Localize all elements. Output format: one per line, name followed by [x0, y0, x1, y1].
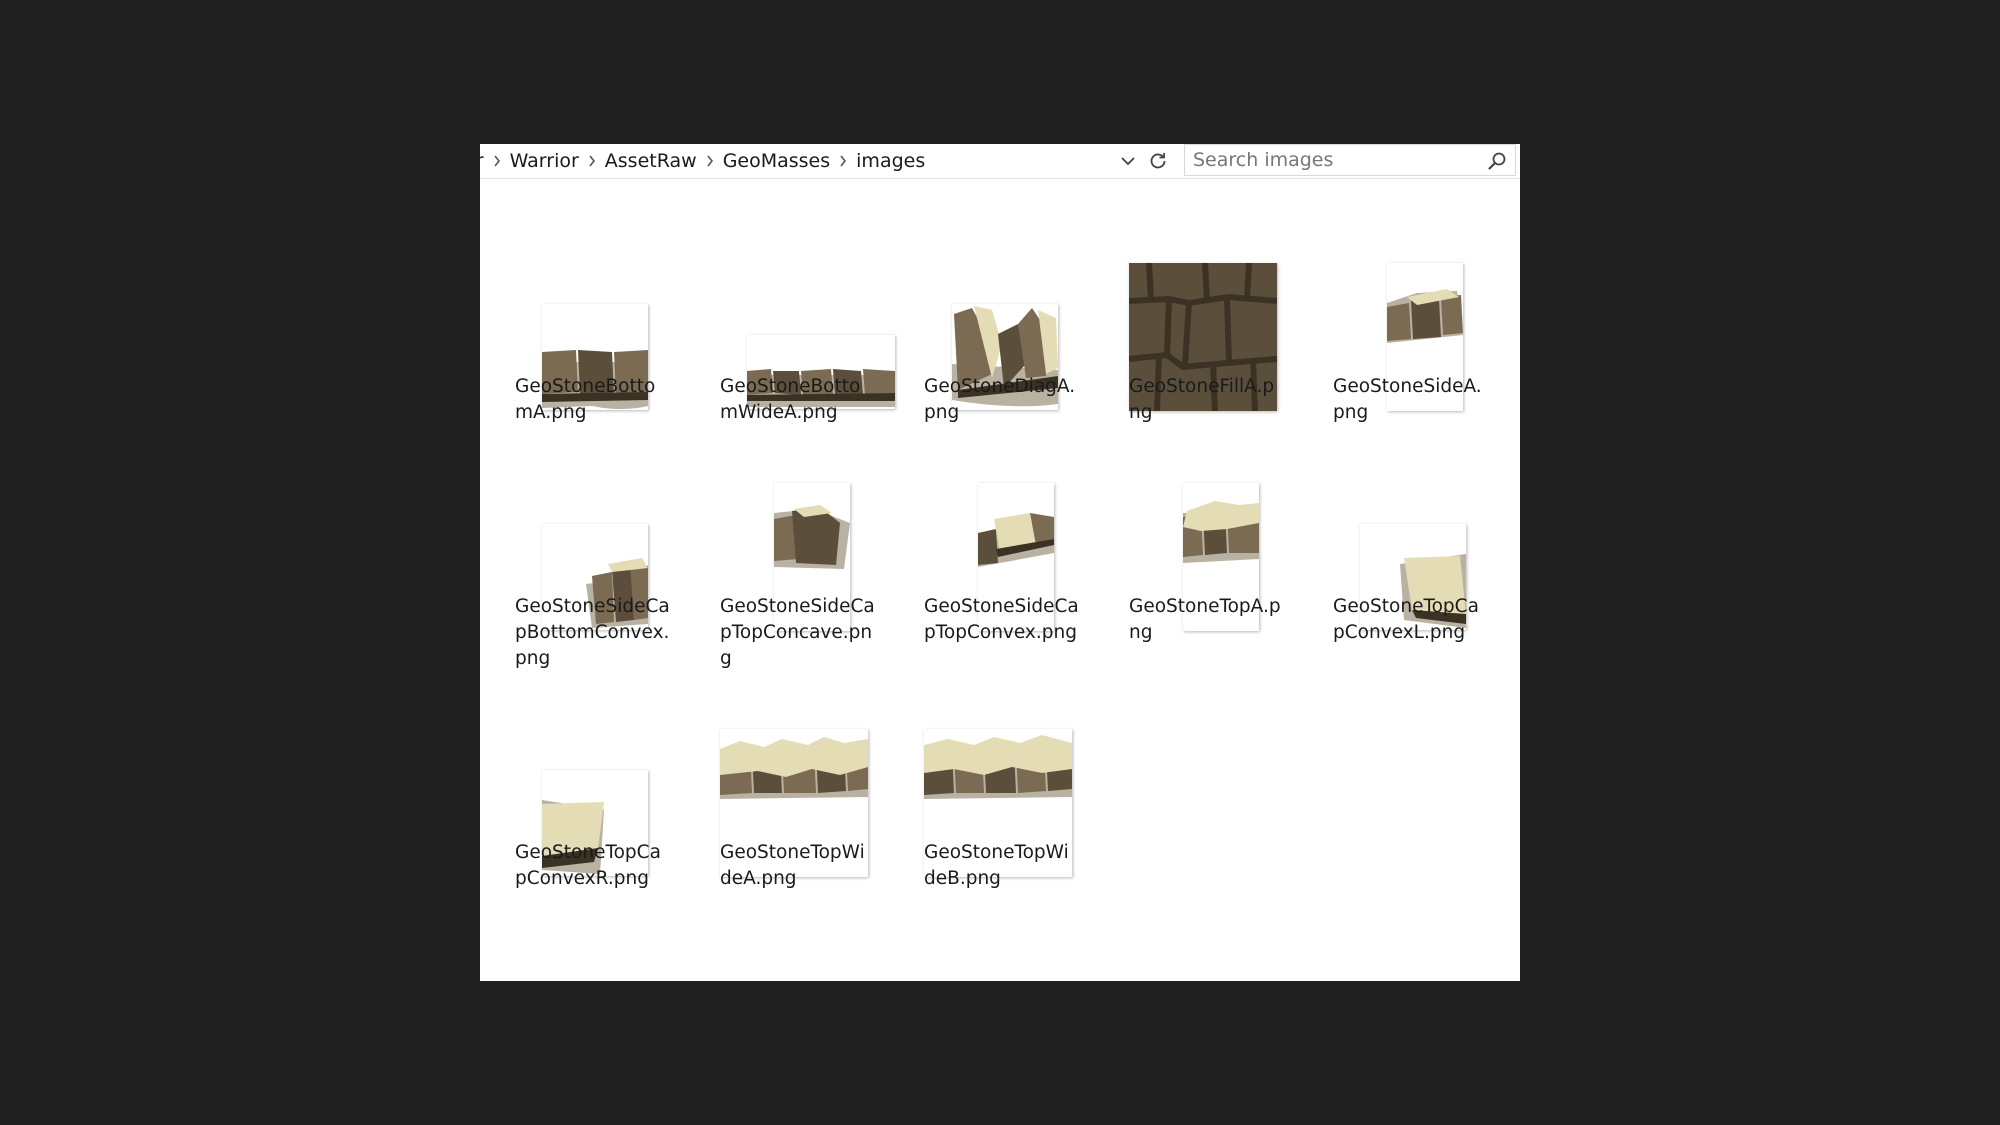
search-box[interactable]: [1184, 144, 1516, 176]
chevron-right-icon[interactable]: [697, 144, 723, 178]
file-name-label: GeoStoneTopCapConvexL.png: [1333, 596, 1479, 643]
breadcrumb: der Warrior AssetRaw GeoMasses images: [480, 144, 1130, 178]
chevron-right-icon[interactable]: [579, 144, 605, 178]
chevron-down-icon: [1121, 157, 1135, 166]
address-bar[interactable]: der Warrior AssetRaw GeoMasses images: [480, 144, 1520, 179]
refresh-button[interactable]: [1144, 147, 1172, 175]
file-item[interactable]: GeoStoneDiagA.png: [890, 204, 1075, 434]
file-name-label: GeoStoneTopWideA.png: [720, 842, 865, 889]
file-item[interactable]: GeoStoneTopCapConvexL.png: [1299, 424, 1479, 654]
file-name-label: GeoStoneSideCapBottomConvex.png: [515, 596, 670, 669]
file-name-label: GeoStoneSideCapTopConcave.png: [720, 596, 875, 669]
file-explorer-window: der Warrior AssetRaw GeoMasses images Ge…: [480, 144, 1520, 981]
file-item[interactable]: GeoStoneTopA.png: [1095, 424, 1281, 654]
search-input[interactable]: [1193, 147, 1478, 173]
breadcrumb-item-geomasses[interactable]: GeoMasses: [723, 150, 830, 172]
file-item[interactable]: GeoStoneSideCapBottomConvex.png: [481, 424, 670, 669]
file-name-label: GeoStoneTopA.png: [1129, 596, 1281, 643]
file-item[interactable]: GeoStoneTopCapConvexR.png: [481, 670, 661, 900]
file-item[interactable]: GeoStoneSideA.png: [1299, 204, 1482, 434]
file-item[interactable]: GeoStoneFillA.png: [1095, 204, 1277, 434]
file-name-label: GeoStoneBottomA.png: [515, 376, 656, 423]
file-item[interactable]: GeoStoneBottomWideA.png: [686, 204, 895, 434]
file-name-label: GeoStoneDiagA.png: [924, 376, 1076, 423]
file-name-label: GeoStoneSideCapTopConvex.png: [924, 596, 1079, 643]
breadcrumb-item-images[interactable]: images: [856, 150, 925, 172]
file-item[interactable]: GeoStoneSideCapTopConcave.png: [686, 424, 875, 669]
file-name-label: GeoStoneTopWideB.png: [924, 842, 1069, 889]
file-name-label: GeoStoneSideA.png: [1333, 376, 1482, 423]
file-name-label: GeoStoneFillA.png: [1129, 376, 1275, 423]
address-dropdown-button[interactable]: [1116, 148, 1140, 174]
file-item[interactable]: GeoStoneTopWideA.png: [686, 670, 868, 900]
file-item[interactable]: GeoStoneSideCapTopConvex.png: [890, 424, 1079, 654]
file-item[interactable]: GeoStoneBottomA.png: [481, 204, 655, 434]
refresh-icon: [1150, 153, 1166, 169]
breadcrumb-item-assetraw[interactable]: AssetRaw: [605, 150, 697, 172]
file-name-label: GeoStoneTopCapConvexR.png: [515, 842, 661, 889]
search-icon[interactable]: [1487, 151, 1507, 171]
file-item[interactable]: GeoStoneTopWideB.png: [890, 670, 1072, 900]
file-name-label: GeoStoneBottomWideA.png: [720, 376, 861, 423]
chevron-right-icon[interactable]: [830, 144, 856, 178]
breadcrumb-item-warrior[interactable]: Warrior: [510, 150, 579, 172]
chevron-right-icon[interactable]: [484, 144, 510, 178]
